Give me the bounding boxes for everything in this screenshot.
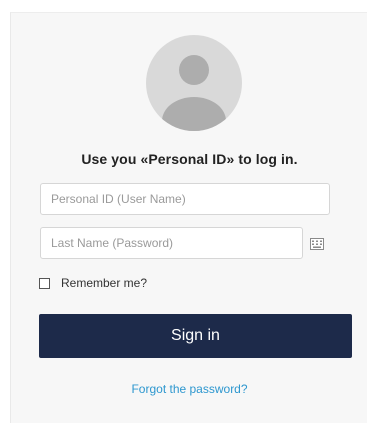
remember-me-row[interactable]: Remember me? bbox=[39, 276, 147, 290]
sign-in-button[interactable]: Sign in bbox=[39, 314, 352, 358]
user-avatar-icon bbox=[146, 35, 242, 131]
username-input[interactable] bbox=[40, 183, 330, 215]
login-panel: Use you «Personal ID» to log in. Remembe… bbox=[10, 12, 367, 423]
remember-me-label: Remember me? bbox=[61, 276, 148, 290]
password-input[interactable] bbox=[40, 227, 303, 259]
keyboard-icon[interactable] bbox=[310, 237, 324, 250]
forgot-password-link[interactable]: Forgot the password? bbox=[11, 382, 367, 396]
remember-me-checkbox[interactable] bbox=[39, 277, 50, 289]
login-heading: Use you «Personal ID» to log in. bbox=[81, 151, 298, 167]
